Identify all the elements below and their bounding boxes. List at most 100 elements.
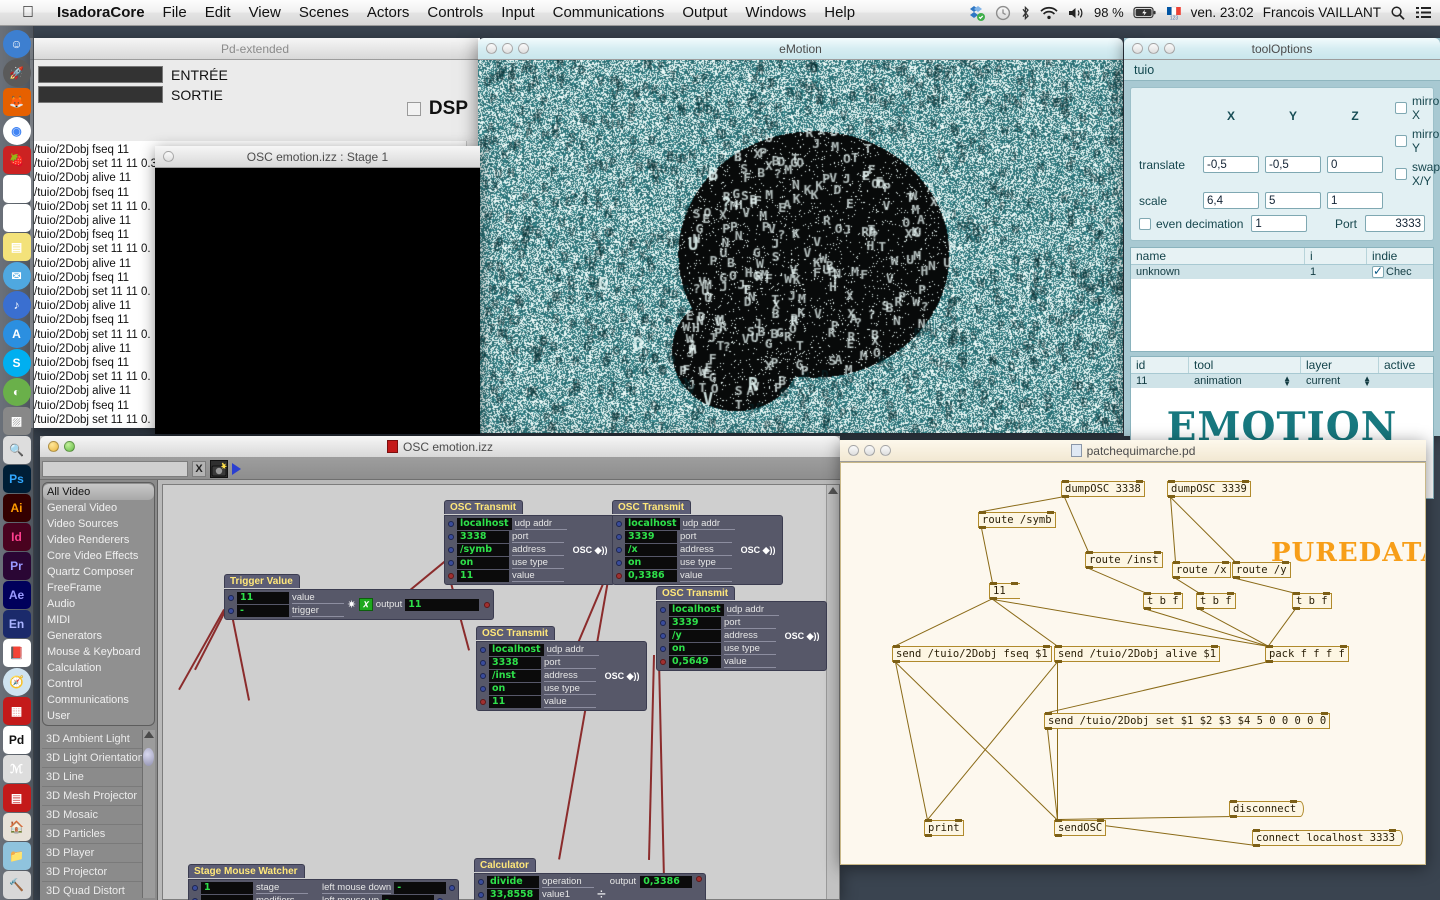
pd-inlet-outlet[interactable] bbox=[1097, 819, 1104, 822]
output-value[interactable]: 0,3386 bbox=[640, 876, 692, 888]
port-value[interactable]: 3339 bbox=[625, 531, 677, 543]
puredata-titlebar[interactable]: patchequimarche.pd bbox=[840, 440, 1426, 462]
port-connector[interactable] bbox=[480, 699, 486, 705]
actor-item[interactable]: 3D Particles bbox=[42, 825, 155, 844]
actor-item[interactable]: 3D Projector bbox=[42, 863, 155, 882]
menu-app-name[interactable]: IsadoraCore bbox=[48, 4, 154, 21]
minimize-button[interactable] bbox=[1148, 43, 1159, 54]
emotion-window-controls[interactable] bbox=[478, 43, 529, 54]
pd-inlet-outlet[interactable] bbox=[1144, 592, 1151, 595]
port-connector[interactable] bbox=[616, 547, 622, 553]
port-value[interactable]: 3338 bbox=[489, 657, 541, 669]
node-port-row[interactable]: /x address bbox=[616, 544, 735, 556]
actor-find-input[interactable] bbox=[42, 461, 188, 477]
col-active[interactable]: active bbox=[1379, 357, 1433, 373]
zoom-button[interactable] bbox=[64, 441, 75, 452]
pd-inlet-outlet[interactable] bbox=[1230, 800, 1237, 803]
swap-xy-checkbox[interactable]: swap X/Y bbox=[1395, 160, 1440, 188]
node-port-row[interactable]: left mouse down - bbox=[322, 882, 455, 894]
dock-item-unknown-green[interactable]: ◐ bbox=[3, 378, 31, 406]
translate-z-input[interactable]: 0 bbox=[1327, 156, 1383, 173]
battery-icon[interactable] bbox=[1133, 6, 1157, 19]
dock-item-notes[interactable]: ▤ bbox=[3, 233, 31, 261]
actor-item[interactable]: 3D Quad Distort bbox=[42, 882, 155, 898]
node-port-row[interactable]: 0,3386 value bbox=[616, 570, 735, 582]
actor-category-user[interactable]: User bbox=[43, 708, 154, 724]
port-connector[interactable] bbox=[660, 659, 666, 665]
dock-item-utilities-folder[interactable]: 🔨 bbox=[3, 871, 31, 899]
tooloptions-titlebar[interactable]: toolOptions bbox=[1124, 38, 1440, 60]
clear-find-button[interactable]: X bbox=[192, 461, 206, 477]
dock-item-chrome[interactable]: ◉ bbox=[3, 117, 31, 145]
port-value[interactable]: 3338 bbox=[457, 531, 509, 543]
pd-inlet-outlet[interactable] bbox=[925, 819, 932, 822]
pd-inlet-outlet[interactable] bbox=[1086, 551, 1093, 554]
col-name[interactable]: name bbox=[1131, 248, 1305, 264]
pd-inlet-outlet[interactable] bbox=[893, 660, 900, 663]
menu-output[interactable]: Output bbox=[673, 4, 736, 21]
port-connector[interactable] bbox=[480, 686, 486, 692]
emotion-titlebar[interactable]: eMotion bbox=[478, 38, 1123, 60]
dock-item-pd[interactable]: Pd bbox=[3, 726, 31, 754]
calculator-node[interactable]: Calculatordivideoperation33,8558value110… bbox=[474, 855, 706, 900]
menu-windows[interactable]: Windows bbox=[736, 4, 815, 21]
actor-category-audio[interactable]: Audio bbox=[43, 596, 154, 612]
port-connector[interactable] bbox=[616, 573, 622, 579]
output-value[interactable]: 11 bbox=[405, 599, 479, 611]
port-value[interactable]: localhost bbox=[489, 644, 544, 656]
actor-item[interactable]: 3D Ambient Light bbox=[42, 730, 155, 749]
pd-inlet-outlet[interactable] bbox=[1154, 551, 1161, 554]
close-button[interactable] bbox=[163, 151, 174, 162]
actor-category-calculation[interactable]: Calculation bbox=[43, 660, 154, 676]
port-connector[interactable] bbox=[228, 608, 234, 614]
puredata-window-controls[interactable] bbox=[840, 445, 891, 456]
actor-category-quartz-composer[interactable]: Quartz Composer bbox=[43, 564, 154, 580]
isadora-window-controls[interactable] bbox=[40, 441, 75, 452]
stage1-output-view[interactable] bbox=[155, 168, 480, 434]
port-value[interactable]: - bbox=[382, 895, 434, 900]
pd-inlet-outlet[interactable] bbox=[1293, 592, 1300, 595]
indie-checkbox[interactable] bbox=[1372, 266, 1384, 278]
minimize-button[interactable] bbox=[48, 441, 59, 452]
pd-inlet-outlet[interactable] bbox=[1253, 844, 1260, 847]
port-value[interactable]: 3339 bbox=[669, 617, 721, 629]
node-port-row[interactable]: 0,5649 value bbox=[660, 656, 779, 668]
col-layer[interactable]: layer bbox=[1301, 357, 1379, 373]
dock-item-preview[interactable]: 🔍 bbox=[3, 436, 31, 464]
node-port-row[interactable]: on use type bbox=[660, 643, 779, 655]
isadora-titlebar[interactable]: OSC emotion.izz bbox=[40, 436, 840, 458]
pd-inlet-outlet[interactable] bbox=[1055, 660, 1062, 663]
mirror-y-checkbox[interactable]: mirror Y bbox=[1395, 127, 1440, 155]
translate-y-input[interactable]: -0,5 bbox=[1265, 156, 1321, 173]
pd-inlet-outlet[interactable] bbox=[1323, 592, 1330, 595]
close-button[interactable] bbox=[486, 43, 497, 54]
port-connector[interactable] bbox=[192, 885, 198, 891]
zoom-button[interactable] bbox=[1164, 43, 1175, 54]
port-connector[interactable] bbox=[616, 521, 622, 527]
volume-icon[interactable] bbox=[1067, 6, 1085, 20]
col-i[interactable]: i bbox=[1305, 248, 1367, 264]
node-port-row[interactable]: left mouse up- bbox=[322, 895, 455, 900]
menu-actors[interactable]: Actors bbox=[358, 4, 419, 21]
pd-inlet-outlet[interactable] bbox=[1233, 561, 1240, 564]
port-connector[interactable] bbox=[480, 660, 486, 666]
dock-item-launchpad[interactable]: 🚀 bbox=[3, 59, 31, 87]
port-value[interactable]: divide bbox=[487, 876, 539, 888]
actor-category-core-video-effects[interactable]: Core Video Effects bbox=[43, 548, 154, 564]
port-connector[interactable] bbox=[449, 885, 455, 891]
menu-user-name[interactable]: Francois VAILLANT bbox=[1263, 5, 1381, 20]
port-value[interactable]: localhost bbox=[669, 604, 724, 616]
actor-category-control[interactable]: Control bbox=[43, 676, 154, 692]
stage-mouse-watcher-node[interactable]: Stage Mouse Watcher1stagemodifiersleft m… bbox=[188, 861, 459, 900]
dock-item-premiere[interactable]: Pr bbox=[3, 552, 31, 580]
pd-inlet-outlet[interactable] bbox=[1222, 561, 1229, 564]
pd-extended-titlebar[interactable]: Pd-extended bbox=[30, 38, 480, 60]
node-port-row[interactable]: - trigger bbox=[228, 605, 344, 617]
scroll-up-arrow-icon[interactable] bbox=[144, 731, 154, 738]
pd-inlet-outlet[interactable] bbox=[1266, 645, 1273, 648]
actor-category-video-renderers[interactable]: Video Renderers bbox=[43, 532, 154, 548]
port-value[interactable]: 1 bbox=[201, 882, 253, 894]
port-connector[interactable] bbox=[448, 560, 454, 566]
scroll-up-arrow-icon[interactable] bbox=[828, 487, 838, 494]
pd-inlet-outlet[interactable] bbox=[990, 582, 997, 585]
